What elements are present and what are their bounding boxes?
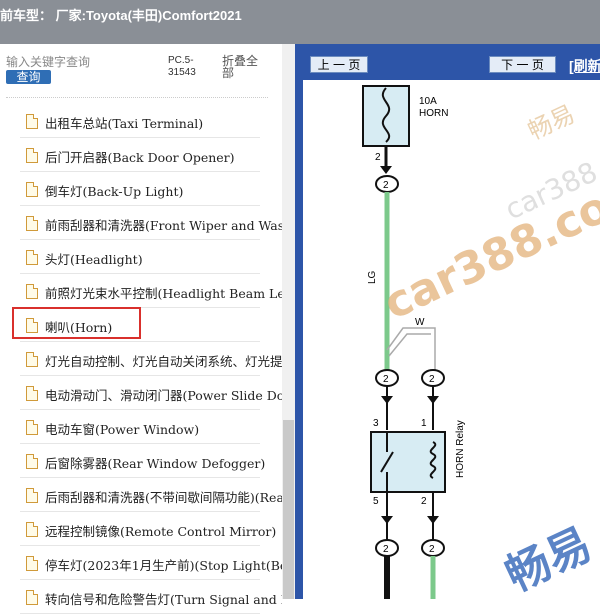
list-item[interactable]: 电动车窗(Power Window) xyxy=(0,410,282,444)
relay-pin: 1 xyxy=(421,418,427,429)
document-icon xyxy=(26,454,38,469)
wire-label: LG xyxy=(367,270,378,284)
document-icon xyxy=(26,216,38,231)
pin-label: 2 xyxy=(375,152,381,163)
list-item[interactable]: 远程控制镜像(Remote Control Mirror) xyxy=(0,512,282,546)
document-icon xyxy=(26,420,38,435)
document-code: PC.5-31543 xyxy=(168,55,196,78)
list-item[interactable]: 前雨刮器和清洗器(Front Wiper and Washer) xyxy=(0,206,282,240)
list-item-label: 灯光自动控制、灯光自动关闭系统、灯光提醒 xyxy=(45,354,282,369)
list-item-label: 远程控制镜像(Remote Control Mirror) xyxy=(45,524,277,539)
document-icon xyxy=(26,556,38,571)
list-item[interactable]: 倒车灯(Back-Up Light) xyxy=(0,172,282,206)
refresh-link[interactable]: [刷新 xyxy=(569,56,600,76)
connector-label: 2 xyxy=(429,544,435,555)
relay-pin: 5 xyxy=(373,496,379,507)
list-item-label: 后雨刮器和清洗器(不带间歇间隔功能)(Rear xyxy=(45,490,282,505)
list-item-label: 后窗除雾器(Rear Window Defogger) xyxy=(45,456,266,471)
collapse-all-button[interactable]: 折叠全部 xyxy=(222,55,262,79)
list-item-label: 电动车窗(Power Window) xyxy=(45,422,200,437)
prev-page-button[interactable]: 上 一 页 xyxy=(310,56,368,73)
title-bar: 前车型： 厂家:Toyota(丰田)Comfort2021 xyxy=(0,0,600,44)
document-icon xyxy=(26,148,38,163)
relay-pin: 3 xyxy=(373,418,379,429)
list-item[interactable]: 后雨刮器和清洗器(不带间歇间隔功能)(Rear xyxy=(0,478,282,512)
list-item-label: 前雨刮器和清洗器(Front Wiper and Washer) xyxy=(45,218,282,233)
list-item[interactable]: 出租车总站(Taxi Terminal) xyxy=(0,104,282,138)
list-item-label: 后门开启器(Back Door Opener) xyxy=(45,150,235,165)
connector-label: 2 xyxy=(429,374,435,385)
connector-label: 2 xyxy=(383,544,389,555)
list-item-label: 头灯(Headlight) xyxy=(45,252,143,267)
selection-highlight xyxy=(12,307,141,339)
document-icon xyxy=(26,114,38,129)
list-item[interactable]: 后窗除雾器(Rear Window Defogger) xyxy=(0,444,282,478)
relay-label: HORN Relay xyxy=(455,420,466,478)
document-icon xyxy=(26,590,38,605)
diagram-background xyxy=(303,80,600,599)
document-icon xyxy=(26,488,38,503)
list-item[interactable]: 停车灯(2023年1月生产前)(Stop Light(Before xyxy=(0,546,282,580)
list-item-label: 停车灯(2023年1月生产前)(Stop Light(Before xyxy=(45,558,282,573)
list-item[interactable]: 前照灯光束水平控制(Headlight Beam Level Control) xyxy=(0,274,282,308)
document-icon xyxy=(26,284,38,299)
scrollbar-thumb[interactable] xyxy=(283,420,294,599)
document-icon xyxy=(26,250,38,265)
list-item-label: 电动滑动门、滑动闭门器(Power Slide Door) xyxy=(45,388,282,403)
wiring-diagram: 10A HORN 2 2 LG W 2 2 3 1 HORN Relay 5 2… xyxy=(303,80,600,599)
document-icon xyxy=(26,386,38,401)
search-input[interactable]: 输入关键字查询 xyxy=(6,53,90,70)
list-item[interactable]: 后门开启器(Back Door Opener) xyxy=(0,138,282,172)
window-title: 前车型： 厂家:Toyota(丰田)Comfort2021 xyxy=(0,8,242,23)
list-item[interactable]: 转向信号和危险警告灯(Turn Signal and Hazard xyxy=(0,580,282,614)
horn-relay xyxy=(370,431,446,493)
list-item[interactable]: 电动滑动门、滑动闭门器(Power Slide Door) xyxy=(0,376,282,410)
list-item[interactable]: 灯光自动控制、灯光自动关闭系统、灯光提醒 xyxy=(0,342,282,376)
next-page-button[interactable]: 下 一 页 xyxy=(489,56,556,73)
fuse-rating: 10A xyxy=(419,96,437,107)
document-icon xyxy=(26,182,38,197)
list-item-label: 倒车灯(Back-Up Light) xyxy=(45,184,184,199)
search-button[interactable]: 查询 xyxy=(6,70,51,84)
relay-pin: 2 xyxy=(421,496,427,507)
list-item[interactable]: 头灯(Headlight) xyxy=(0,240,282,274)
document-icon xyxy=(26,522,38,537)
divider xyxy=(6,97,268,98)
list-item-label: 前照灯光束水平控制(Headlight Beam Level Control) xyxy=(45,286,282,301)
list-item-label: 出租车总站(Taxi Terminal) xyxy=(45,116,204,131)
document-icon xyxy=(26,352,38,367)
connector-label: 2 xyxy=(383,180,389,191)
fuse-name: HORN xyxy=(419,108,448,119)
connector-label: 2 xyxy=(383,374,389,385)
